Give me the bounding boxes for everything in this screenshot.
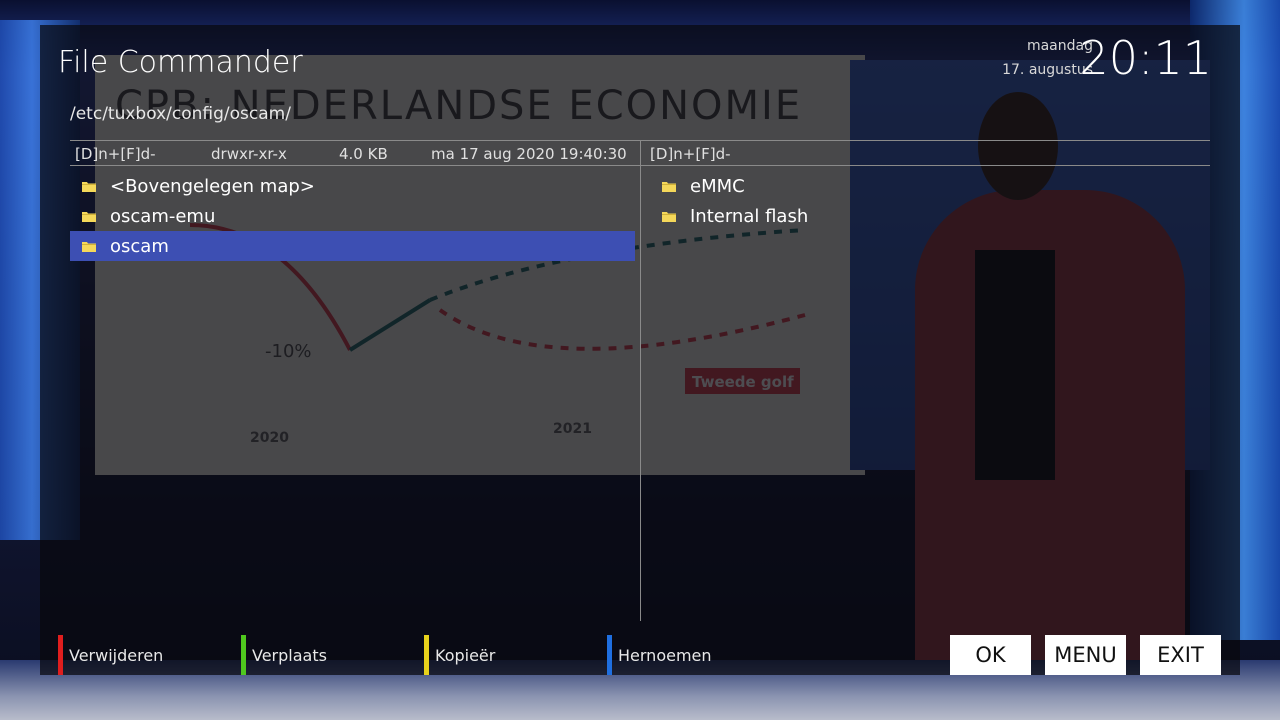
red-key-bar [58, 635, 63, 675]
yellow-key-copy[interactable]: Kopieër [424, 635, 495, 675]
yellow-key-bar [424, 635, 429, 675]
file-commander-window: File Commander maandag 17. augustus 20:1… [40, 25, 1240, 675]
left-file-list: <Bovengelegen map> oscam-emu oscam [70, 171, 635, 261]
red-key-label: Verwijderen [69, 645, 164, 665]
menu-button[interactable]: MENU [1045, 635, 1126, 675]
green-key-label: Verplaats [252, 645, 327, 665]
list-item-oscam-emu[interactable]: oscam-emu [70, 201, 635, 231]
blue-key-bar [607, 635, 612, 675]
list-item-label: eMMC [690, 175, 745, 197]
ok-button[interactable]: OK [950, 635, 1031, 675]
right-file-list: eMMC Internal flash [650, 171, 1210, 231]
red-key-delete[interactable]: Verwijderen [58, 635, 163, 675]
list-item-label: oscam-emu [110, 205, 216, 227]
size-info: 4.0 KB [339, 145, 388, 163]
list-item-parent-dir[interactable]: <Bovengelegen map> [70, 171, 635, 201]
folder-icon [82, 241, 96, 252]
list-item-emmc[interactable]: eMMC [650, 171, 1210, 201]
blue-key-rename[interactable]: Hernoemen [607, 635, 712, 675]
folder-icon [662, 211, 676, 222]
folder-icon [82, 211, 96, 222]
left-sort-mode: [D]n+[F]d- [75, 145, 156, 163]
exit-button[interactable]: EXIT [1140, 635, 1221, 675]
blue-key-label: Hernoemen [618, 645, 712, 665]
folder-icon [662, 181, 676, 192]
green-key-move[interactable]: Verplaats [241, 635, 327, 675]
pane-divider [640, 141, 641, 621]
list-item-internal-flash[interactable]: Internal flash [650, 201, 1210, 231]
window-title: File Commander [58, 45, 303, 80]
green-key-bar [241, 635, 246, 675]
list-item-label: oscam [110, 235, 169, 257]
list-item-label: <Bovengelegen map> [110, 175, 315, 197]
right-sort-mode: [D]n+[F]d- [650, 145, 731, 163]
current-path: /etc/tuxbox/config/oscam/ [70, 104, 291, 124]
permissions-info: drwxr-xr-x [211, 145, 287, 163]
list-item-oscam[interactable]: oscam [70, 231, 635, 261]
list-item-label: Internal flash [690, 205, 809, 227]
folder-icon [82, 181, 96, 192]
yellow-key-label: Kopieër [435, 645, 496, 665]
clock: 20:11 [1079, 31, 1212, 85]
modified-info: ma 17 aug 2020 19:40:30 [431, 145, 627, 163]
